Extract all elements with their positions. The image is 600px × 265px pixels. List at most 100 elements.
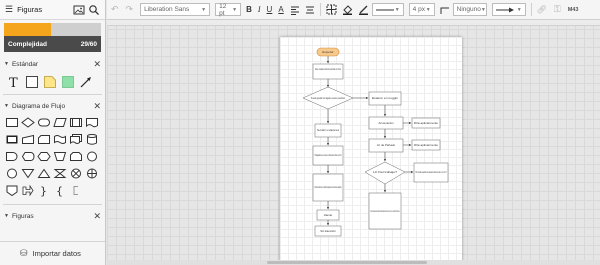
flow-node-5-label: Llamar [324,213,333,217]
connector-shape-icon[interactable] [85,150,99,163]
flow-node-6[interactable]: Sin Atención [314,225,342,237]
manual-input-icon[interactable] [21,133,35,146]
italic-button[interactable]: I [258,5,261,14]
brace-right-icon[interactable]: } [37,184,51,198]
redo-icon[interactable]: ↷ [126,4,134,15]
top-ruler [107,20,600,26]
section-flowchart-header[interactable]: ▼ Diagrama de Flujo ✕ [0,98,105,114]
stored-data-icon[interactable] [5,133,19,146]
paper-tape-icon[interactable] [53,133,67,146]
database-shape-icon[interactable] [85,133,99,146]
flow-node-1[interactable]: Hola, nueabie buscar dos de Dias con Dio… [312,63,344,80]
multi-document-icon[interactable] [69,133,83,146]
text-shape-icon[interactable]: T [7,75,21,89]
flow-node-4[interactable]: Pueblos distintivos en Calle Santiago de… [312,173,344,202]
loop-limit-icon[interactable] [69,150,83,163]
section-shapes-label: Figuras [11,212,34,220]
drawing-canvas[interactable]: Empezar Hola, nueabie buscar dos de Dias… [107,20,600,260]
summing-junction-icon[interactable] [69,167,83,180]
close-icon[interactable]: ✕ [93,59,101,70]
section-shapes-header[interactable]: ▼ Figuras ✕ [0,208,105,224]
fill-color-icon[interactable] [342,4,353,15]
chevron-down-icon: ▼ [425,6,431,13]
flow-right-node-4b[interactable]: DR: puedes ayudarle los aspectos diverso… [413,162,449,183]
manual-operation-icon[interactable] [53,150,67,163]
preparation-shape-icon[interactable] [37,150,51,163]
section-standard-label: Estándar [11,60,38,68]
note-shape-icon[interactable] [43,75,57,89]
image-icon[interactable] [73,4,85,16]
flow-node-6-label: Sin Atención [320,229,336,233]
flow-node-4-label: Pueblos distintivos en Calle Santiago de… [315,185,342,189]
flow-node-5[interactable]: Llamar [316,209,340,221]
flow-start-node[interactable]: Empezar [316,47,340,57]
or-shape-icon[interactable] [85,167,99,180]
flow-node-2[interactable]: Servidor a relaciones [314,123,342,138]
flow-right-node-2b[interactable]: Dña aplicarmento [411,117,441,129]
search-icon[interactable] [88,4,100,16]
connector-route-icon[interactable] [440,5,450,15]
annotation-icon[interactable] [21,184,35,197]
underline-button[interactable]: U [267,5,273,14]
collapse-triangle-icon: ▼ [4,61,9,67]
display-shape-icon[interactable] [21,150,35,163]
import-data-button[interactable]: ⛁ Importar datos [0,241,105,265]
document-shape-icon[interactable] [85,116,99,129]
shapes-panel-title: Figuras [17,5,43,14]
solid-line-icon [375,9,394,10]
merge-shape-icon[interactable] [21,167,35,180]
diagram-page[interactable]: Empezar Hola, nueabie buscar dos de Dias… [280,37,462,260]
flow-right-node-5[interactable]: Podemos pudieron acceder hacia las puebl… [368,192,402,230]
arrow-shape-icon[interactable] [79,75,93,89]
undo-icon[interactable]: ↶ [111,4,119,15]
block-shape-icon[interactable] [61,75,75,89]
close-icon[interactable]: ✕ [93,211,101,222]
text-position-icon[interactable] [305,5,315,15]
arrow-start-select[interactable]: Ninguno ▼ [452,3,487,16]
close-icon[interactable]: ✕ [93,101,101,112]
flow-right-node-3b[interactable]: Dña aplicarmento [411,139,441,151]
border-style-icon[interactable] [326,4,337,15]
bold-button[interactable]: B [246,5,252,14]
rectangle-shape-icon[interactable] [25,75,39,89]
delay-shape-icon[interactable] [5,150,19,163]
data-shape-icon[interactable] [53,116,67,129]
menu-icon[interactable]: ☰ [5,4,13,15]
font-color-button[interactable]: A [278,5,283,14]
font-family-select[interactable]: Liberation Sans ▼ [140,3,211,16]
scrollbar-thumb[interactable] [267,261,427,264]
flow-right-node-2[interactable]: Armenación [368,116,404,130]
extract-shape-icon[interactable] [37,167,51,180]
arrow-end-select[interactable]: ▼ [491,3,526,16]
horizontal-scrollbar[interactable] [107,260,600,265]
off-page-connector-icon[interactable] [5,184,19,197]
font-size-select[interactable]: 12 pt ▼ [215,3,242,17]
decision-shape-icon[interactable] [21,116,35,129]
flow-decision-2[interactable]: LC Del trabajo? [364,161,406,185]
line-width-select[interactable]: 4 px ▼ [408,3,435,16]
brace-left-icon[interactable]: { [53,184,67,198]
arrow-start-value: Ninguno [456,6,481,13]
section-standard-header[interactable]: ▼ Estándar ✕ [0,56,105,72]
flow-node-3[interactable]: Trabajadores de Lunes a Viernes de 8am a… [312,145,344,166]
flowchart-diagram: Empezar Hola, nueabie buscar dos de Dias… [302,47,449,237]
sort-shape-icon[interactable] [5,167,19,180]
line-style-select[interactable]: ▼ [371,3,404,16]
flow-right-node-3[interactable]: LC de Pañuelo [368,138,404,153]
flow-node-1-label: Hola, nueabie buscar dos de Dias con Dio… [315,67,341,71]
lock-icon[interactable]: ⚿ [554,4,561,15]
card-shape-icon[interactable] [37,133,51,146]
standard-shapes-row: T [0,72,105,92]
line-color-icon[interactable] [358,4,369,15]
link-icon[interactable]: 🔗︎ [537,5,547,14]
extra-format-button[interactable]: M43 [568,7,579,13]
collate-shape-icon[interactable] [53,167,67,180]
flowchart-shapes-grid: } { [0,114,105,199]
process-shape-icon[interactable] [5,116,19,129]
predefined-process-icon[interactable] [69,116,83,129]
terminator-shape-icon[interactable] [37,116,51,129]
bracket-icon[interactable] [69,184,83,197]
flow-decision-1[interactable]: Puede ayudar sin alguien a estos servici… [302,86,354,110]
flow-right-node-1[interactable]: Estaron en noggin [368,91,402,106]
align-left-icon[interactable] [290,5,300,15]
